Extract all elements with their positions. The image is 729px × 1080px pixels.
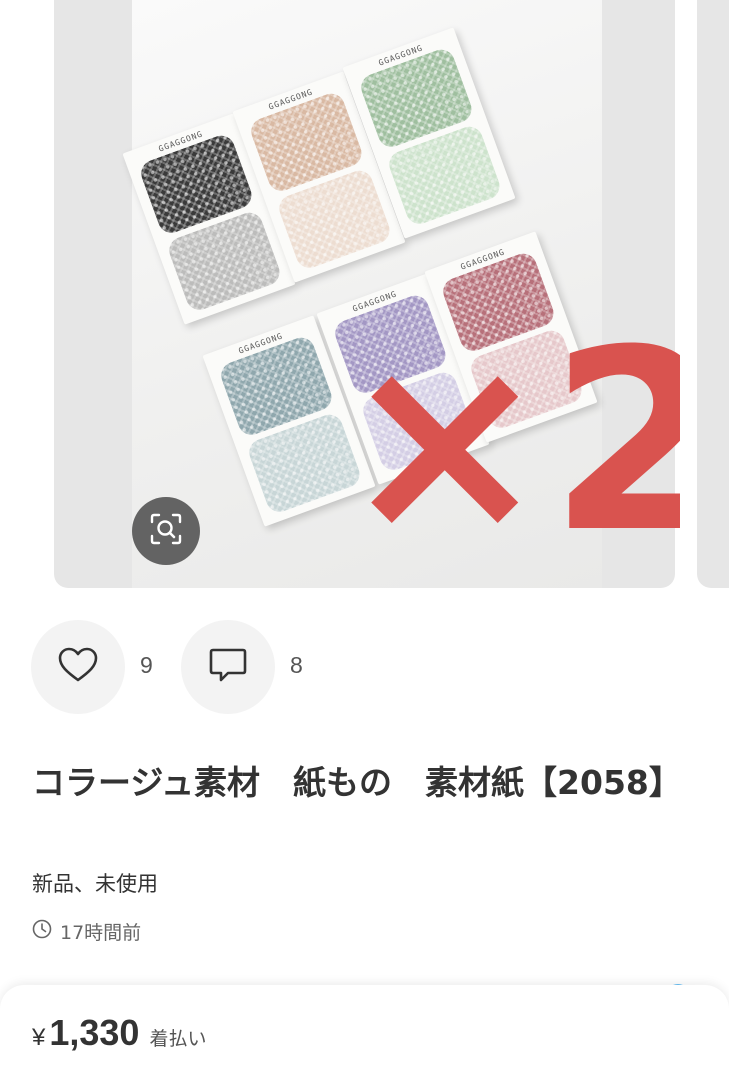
image-search-icon: [149, 512, 183, 550]
price-amount: 1,330: [49, 1012, 140, 1053]
posted-time: 17時間前: [32, 918, 141, 945]
item-title: コラージュ素材 紙もの 素材紙【2058】: [32, 763, 682, 802]
price-row: ¥ 1,330 着払い: [32, 1012, 206, 1054]
shipping-label: 着払い: [149, 1028, 207, 1050]
posted-time-text: 17時間前: [60, 922, 142, 944]
next-image-peek[interactable]: [697, 0, 729, 588]
heart-icon: [57, 646, 99, 688]
item-condition: 新品、未使用: [32, 872, 158, 896]
overlay-text: ×2: [340, 318, 680, 587]
like-count: 9: [140, 652, 153, 678]
currency-symbol: ¥: [32, 1024, 46, 1051]
image-search-button[interactable]: [132, 497, 200, 565]
clock-icon: [32, 919, 60, 944]
comment-icon: [208, 646, 248, 688]
comment-count: 8: [290, 652, 303, 678]
quantity-overlay: ×2: [340, 296, 723, 588]
comment-button[interactable]: [181, 620, 275, 714]
like-button[interactable]: [31, 620, 125, 714]
